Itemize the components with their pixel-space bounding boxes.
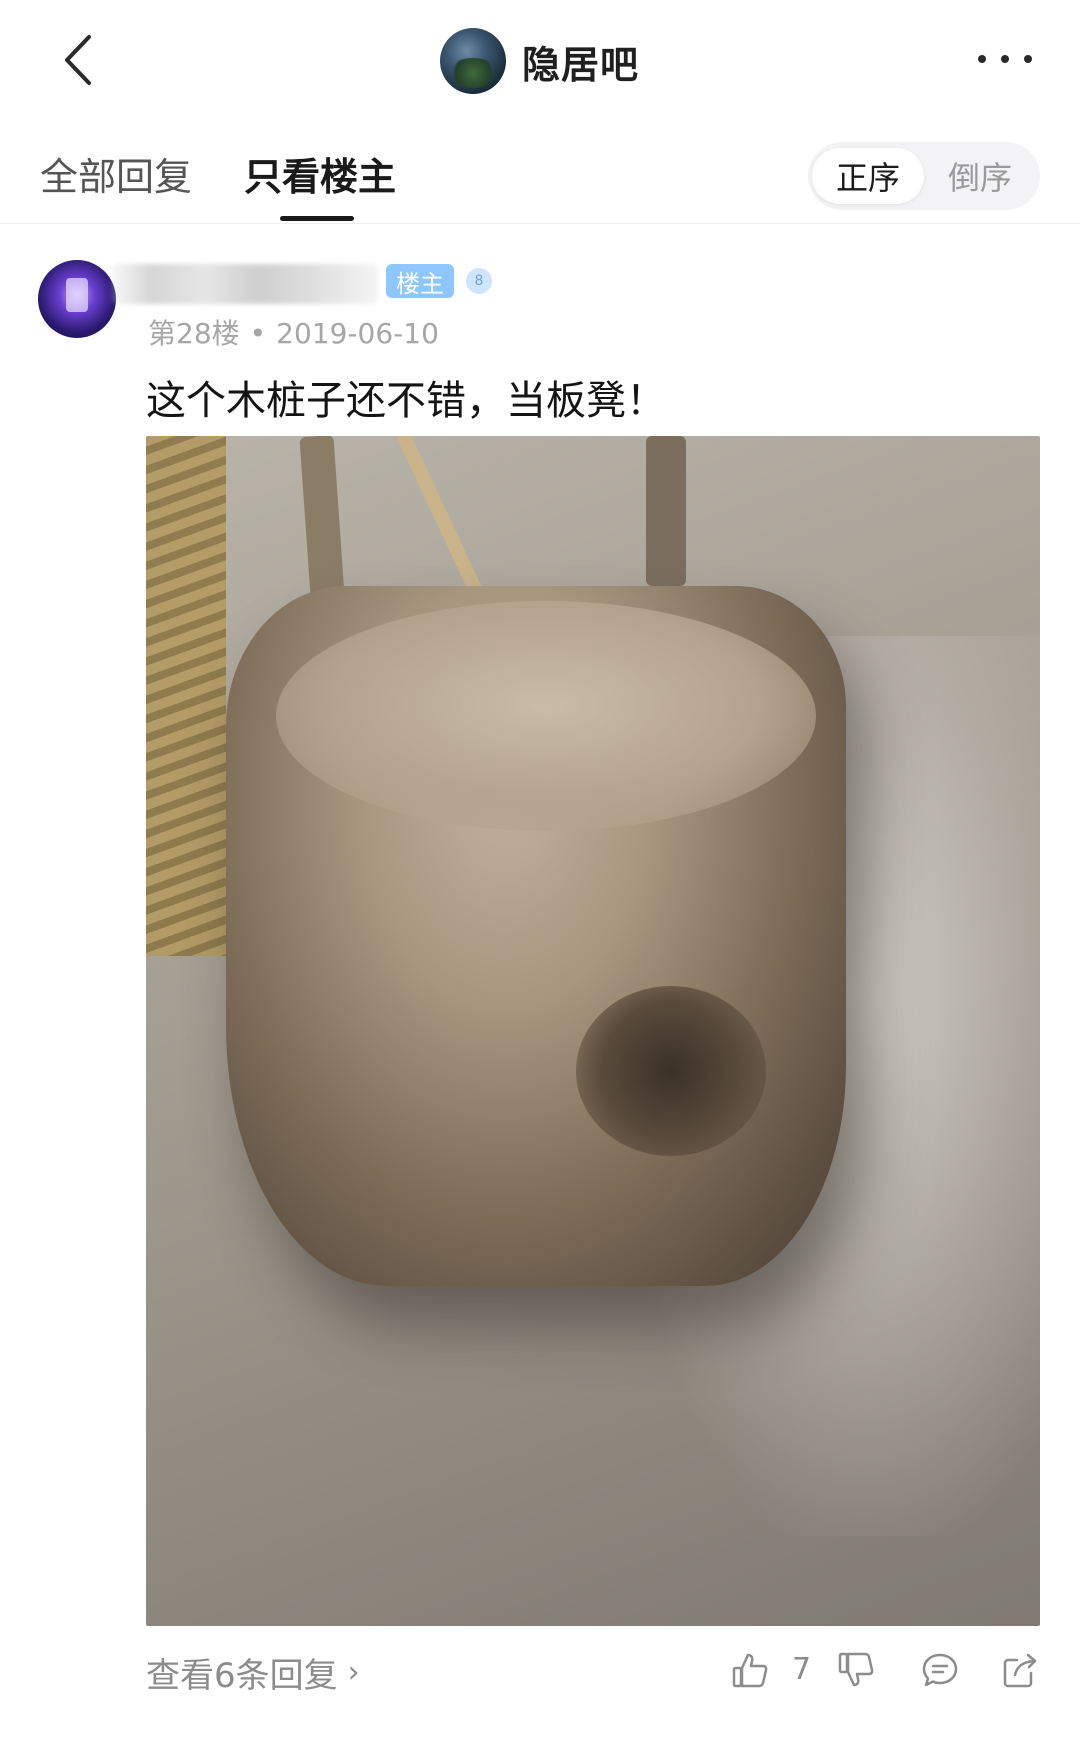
more-icon[interactable] xyxy=(978,44,1032,74)
order-asc-button[interactable]: 正序 xyxy=(812,148,924,204)
top-bar: 隐居吧 xyxy=(0,0,1080,120)
image-stick xyxy=(396,436,489,609)
tab-all-replies[interactable]: 全部回复 xyxy=(40,146,192,201)
image-stump-top xyxy=(276,601,816,831)
back-button[interactable] xyxy=(48,28,108,92)
post-text: 这个木桩子还不错，当板凳！ xyxy=(146,378,666,424)
post-meta: 第28楼 • 2019-06-10 xyxy=(148,312,439,352)
order-toggle: 正序 倒序 xyxy=(808,142,1040,210)
image-stump-hole xyxy=(576,986,766,1156)
avatar[interactable] xyxy=(38,260,116,338)
active-tab-indicator xyxy=(280,216,354,221)
level-badge: 8 xyxy=(466,268,492,294)
username-blurred[interactable] xyxy=(112,264,378,304)
op-badge: 楼主 xyxy=(386,264,454,298)
image-chair-leg xyxy=(646,436,686,586)
view-replies-link[interactable]: 查看6条回复 › xyxy=(146,1648,360,1697)
comment-icon[interactable] xyxy=(920,1650,960,1690)
dislike-icon[interactable] xyxy=(836,1650,876,1690)
share-icon[interactable] xyxy=(1000,1650,1040,1690)
forum-avatar[interactable] xyxy=(440,28,506,94)
back-arrow-icon xyxy=(65,35,91,85)
forum-name[interactable]: 隐居吧 xyxy=(522,34,639,89)
more-dot xyxy=(1001,55,1009,63)
order-desc-button[interactable]: 倒序 xyxy=(924,148,1036,204)
more-dot xyxy=(1024,55,1032,63)
forum-header[interactable]: 隐居吧 xyxy=(440,28,639,94)
chevron-right-icon: › xyxy=(347,1655,360,1690)
like-icon[interactable] xyxy=(730,1650,770,1690)
floor-number: 第28楼 xyxy=(148,317,240,350)
more-dot xyxy=(978,55,986,63)
post-date: 2019-06-10 xyxy=(276,317,439,350)
like-count: 7 xyxy=(792,1652,812,1687)
post-footer: 查看6条回复 › 7 xyxy=(0,1636,1080,1716)
reply-tabs: 全部回复 只看楼主 正序 倒序 xyxy=(0,120,1080,224)
meta-separator: • xyxy=(249,317,267,350)
tab-only-op[interactable]: 只看楼主 xyxy=(244,146,396,201)
view-replies-label: 查看6条回复 xyxy=(146,1656,338,1696)
post-image[interactable] xyxy=(146,436,1040,1626)
image-basket xyxy=(146,436,226,956)
